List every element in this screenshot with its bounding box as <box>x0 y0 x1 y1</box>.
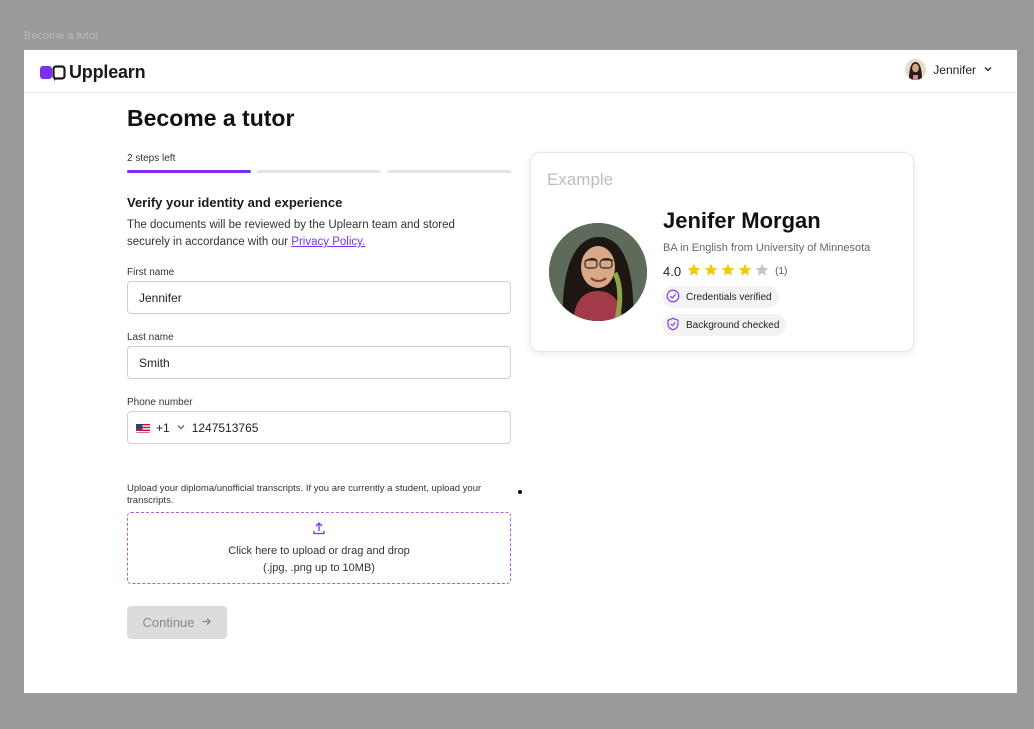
section-title: Verify your identity and experience <box>127 195 343 210</box>
credentials-verified-badge: Credentials verified <box>662 286 779 308</box>
user-name: Jennifer <box>933 62 976 77</box>
user-menu[interactable]: Jennifer <box>905 59 993 80</box>
first-name-value: Jennifer <box>139 290 182 305</box>
star-icon <box>755 263 769 280</box>
tutor-degree: BA in English from University of Minneso… <box>663 242 871 254</box>
brand-name: Upplearn <box>69 62 146 82</box>
example-label: Example <box>547 170 614 189</box>
shield-check-icon <box>666 317 680 334</box>
profile-photo <box>549 223 647 321</box>
arrow-right-icon <box>201 615 212 630</box>
us-flag-icon <box>136 423 150 433</box>
upload-file-types: (.jpg, .png up to 10MB) <box>263 562 375 574</box>
review-count: (1) <box>775 266 788 277</box>
phone-number-value: 1247513765 <box>191 420 259 435</box>
star-icon <box>687 263 701 280</box>
app-frame: Upplearn Jennifer Become a tutor 2 steps… <box>24 50 1017 693</box>
last-name-field[interactable]: Smith <box>127 346 511 379</box>
example-profile-card: Example Jenifer Morgan BA in English fro… <box>530 152 914 352</box>
file-upload-dropzone[interactable]: Click here to upload or drag and drop (.… <box>127 512 511 584</box>
chevron-down-icon <box>983 63 993 77</box>
phone-number-label: Phone number <box>127 397 193 408</box>
last-name-value: Smith <box>139 355 170 370</box>
upload-icon <box>312 521 326 538</box>
badge-label: Background checked <box>686 319 780 331</box>
page-title: Become a tutor <box>127 105 295 131</box>
progress-step-3 <box>387 170 511 173</box>
first-name-label: First name <box>127 267 175 278</box>
continue-label: Continue <box>142 615 195 630</box>
upload-instructions: Upload your diploma/unofficial transcrip… <box>127 483 482 506</box>
star-icon <box>721 263 735 280</box>
continue-button[interactable]: Continue <box>127 606 227 639</box>
badge-label: Credentials verified <box>686 291 772 303</box>
phone-number-field[interactable]: +1 1247513765 <box>127 411 511 444</box>
avatar <box>905 59 927 80</box>
star-icon <box>738 263 752 280</box>
rating-value: 4.0 <box>663 264 682 279</box>
last-name-label: Last name <box>127 332 174 343</box>
step-progress <box>127 170 511 173</box>
background-checked-badge: Background checked <box>662 314 787 336</box>
frame-label: Become a tutor <box>24 30 99 42</box>
privacy-policy-link[interactable]: Privacy Policy. <box>291 236 365 248</box>
star-rating <box>687 263 769 280</box>
section-description: The documents will be reviewed by the Up… <box>127 217 497 251</box>
progress-step-1 <box>127 170 251 173</box>
tutor-rating: 4.0 (1) <box>663 263 787 280</box>
top-navigation-bar: Upplearn Jennifer <box>24 50 1017 93</box>
progress-step-2 <box>257 170 381 173</box>
check-circle-icon <box>666 289 680 306</box>
tutor-name: Jenifer Morgan <box>663 208 821 233</box>
upload-prompt: Click here to upload or drag and drop <box>228 545 410 557</box>
brand-logo[interactable]: Upplearn <box>40 62 146 83</box>
bullet-dot <box>518 490 522 494</box>
country-code-select[interactable]: +1 <box>136 421 192 435</box>
country-code: +1 <box>156 420 170 435</box>
star-icon <box>704 263 718 280</box>
chevron-down-icon <box>176 421 186 435</box>
steps-remaining: 2 steps left <box>127 153 176 164</box>
logo-icon <box>40 64 66 81</box>
first-name-field[interactable]: Jennifer <box>127 281 511 314</box>
